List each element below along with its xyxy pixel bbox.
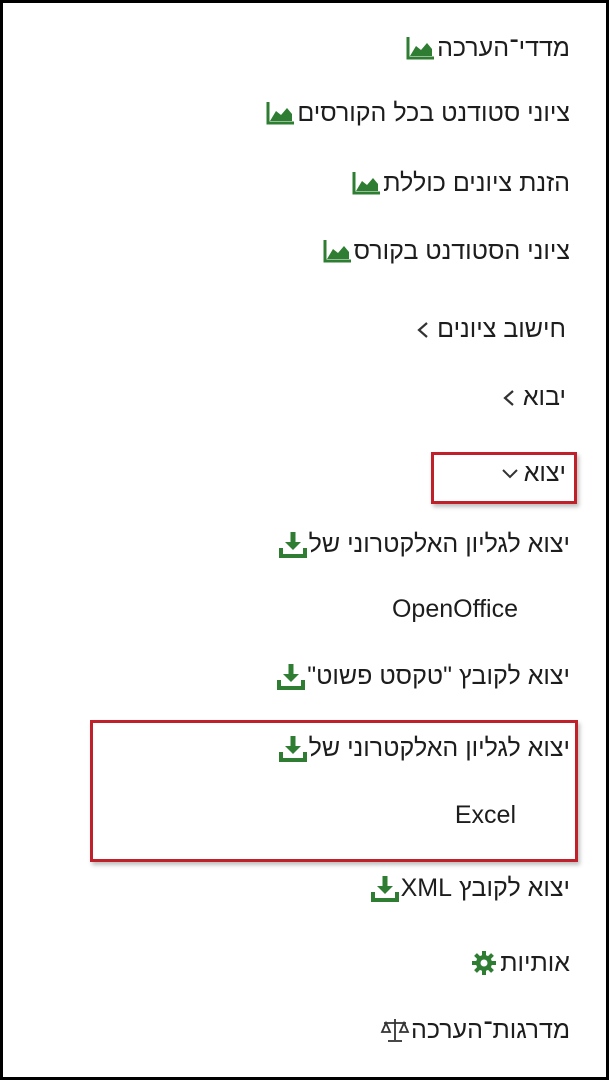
chevron-left-icon xyxy=(495,389,523,407)
menu-item-export-ods[interactable]: יצוא לגליון האלקטרוני של xyxy=(265,529,570,559)
menu-item-label: יצוא לקובץ XML xyxy=(400,873,570,902)
menu-group-export[interactable]: יצוא xyxy=(484,459,566,488)
menu-item-student-course[interactable]: ציוני הסטודנט בקורס xyxy=(310,236,570,266)
menu-item-label: אותיות xyxy=(500,948,570,977)
menu-item-label-continuation: Excel xyxy=(454,801,516,829)
menu-group-calculation[interactable]: חישוב ציונים xyxy=(397,315,566,344)
menu-item-label: ציוני סטודנט בכל הקורסים xyxy=(297,98,570,127)
download-icon xyxy=(275,661,307,691)
chart-area-icon xyxy=(322,236,354,266)
menu-group-label: יצוא xyxy=(523,459,566,487)
menu-item-grader-report[interactable]: הזנת ציונים כוללת xyxy=(339,168,570,198)
chart-area-icon xyxy=(405,33,437,63)
gear-icon xyxy=(468,948,500,978)
menu-item-scales[interactable]: מדרגות־הערכה xyxy=(367,1015,570,1045)
balance-scale-icon xyxy=(379,1015,411,1045)
menu-item-label: יצוא לקובץ "טקסט פשוט" xyxy=(307,661,570,690)
menu-item-export-txt[interactable]: יצוא לקובץ "טקסט פשוט" xyxy=(263,661,570,691)
menu-group-import[interactable]: יבוא xyxy=(483,383,566,412)
menu-item-label: מדדי־הערכה xyxy=(437,33,570,62)
menu-item-letters[interactable]: אותיות xyxy=(456,948,570,978)
download-icon xyxy=(277,529,309,559)
menu-item-outcomes[interactable]: מדדי־הערכה xyxy=(393,33,570,63)
menu-group-label: חישוב ציונים xyxy=(437,315,566,343)
menu-item-label: ציוני הסטודנט בקורס xyxy=(353,236,570,265)
chevron-down-icon xyxy=(496,467,524,481)
chevron-left-icon xyxy=(409,321,437,339)
navigation-panel: מדדי־הערכה ציוני סטודנט בכל הקורסים הזנת… xyxy=(0,0,609,1080)
menu-group-label: יבוא xyxy=(522,383,566,411)
menu-item-label: יצוא לגליון האלקטרוני של xyxy=(308,529,570,558)
menu-item-label: מדרגות־הערכה xyxy=(410,1015,570,1044)
menu-item-label: הזנת ציונים כוללת xyxy=(383,168,570,197)
chart-area-icon xyxy=(265,98,297,128)
menu-item-student-all-courses[interactable]: ציוני סטודנט בכל הקורסים xyxy=(253,98,570,128)
menu-item-export-xls[interactable]: יצוא לגליון האלקטרוני של xyxy=(265,733,570,763)
chart-area-icon xyxy=(351,168,383,198)
download-icon xyxy=(369,873,401,903)
menu-item-label: יצוא לגליון האלקטרוני של xyxy=(308,733,570,762)
menu-item-export-xml[interactable]: יצוא לקובץ XML xyxy=(357,873,570,903)
menu-item-label-continuation: OpenOffice xyxy=(391,595,518,623)
download-icon xyxy=(277,733,309,763)
